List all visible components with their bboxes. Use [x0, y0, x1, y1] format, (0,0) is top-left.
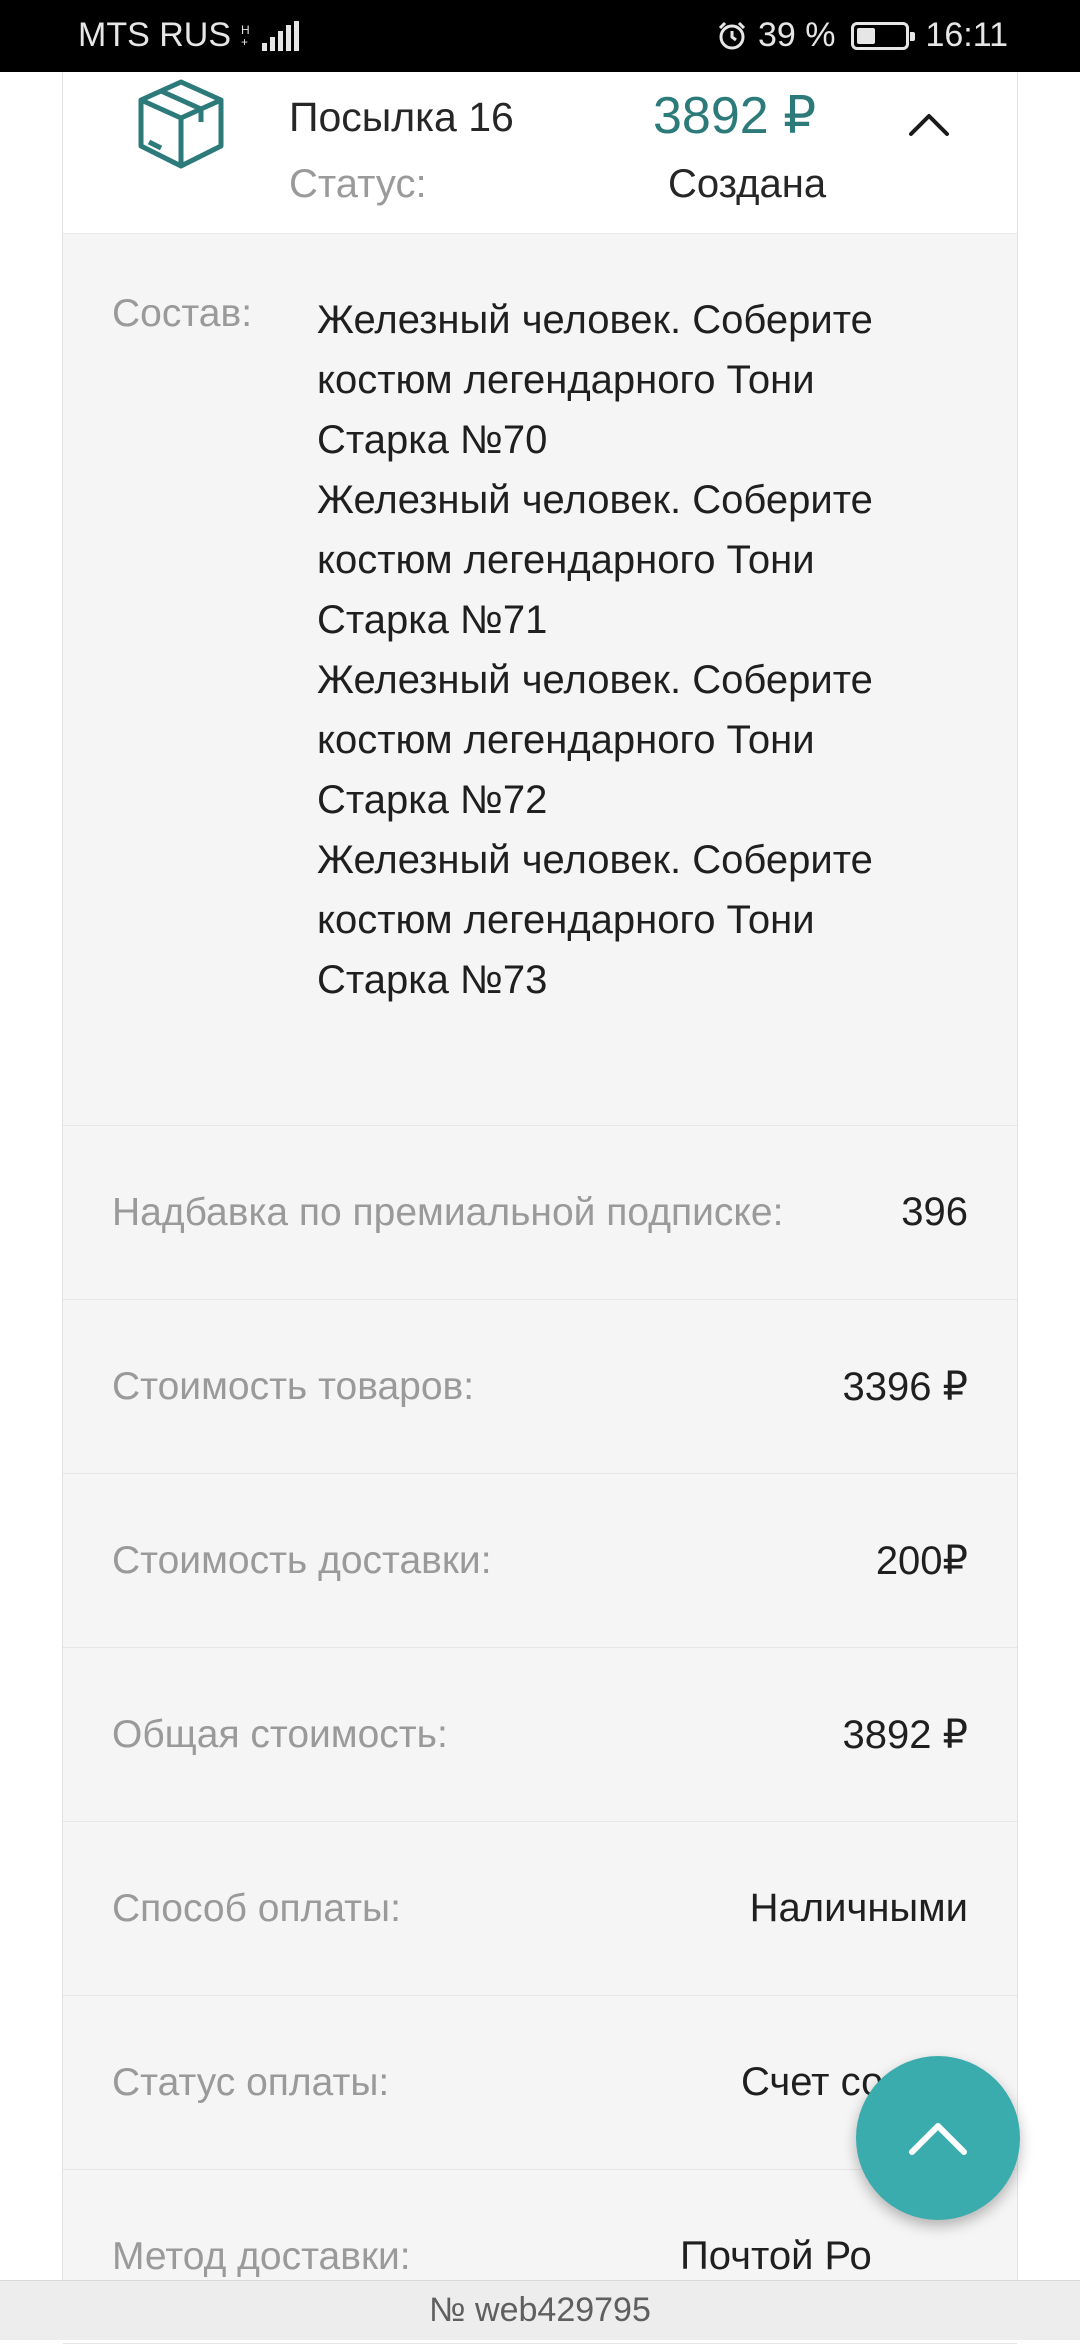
clock: 16:11	[925, 16, 1008, 54]
composition-label: Состав:	[112, 292, 253, 335]
row-label: Общая стоимость:	[112, 1712, 448, 1756]
carrier-name: MTS RUS	[78, 16, 231, 54]
row-value: Почтой Ро	[680, 2234, 872, 2278]
scroll-top-button[interactable]	[856, 2056, 1020, 2220]
network-type-icon: H +	[241, 22, 250, 49]
row-label: Способ оплаты:	[112, 1886, 401, 1930]
row-label: Статус оплаты:	[112, 2060, 390, 2104]
status-bar: MTS RUS H + 39 % 16:11	[0, 0, 1080, 72]
parcel-header[interactable]: Посылка 16 3892 ₽ Статус: Создана	[63, 72, 1017, 234]
composition-item: Железный человек. Соберите костюм легенд…	[317, 478, 873, 642]
order-number-bar: № web429795	[0, 2280, 1080, 2340]
carrier-info: MTS RUS H +	[78, 16, 299, 55]
parcel-card: Посылка 16 3892 ₽ Статус: Создана Состав…	[62, 72, 1018, 2344]
chevron-up-icon[interactable]	[899, 96, 959, 156]
status-right: 39 % 16:11	[716, 16, 1008, 55]
composition-section: Состав: Железный человек. Соберите костю…	[63, 234, 1017, 1126]
row-label: Стоимость товаров:	[112, 1364, 475, 1408]
premium-surcharge-row: Надбавка по премиальной подписке: 396	[63, 1126, 1017, 1300]
order-number: № web429795	[429, 2291, 651, 2329]
composition-item: Железный человек. Соберите костюм легенд…	[317, 658, 873, 822]
row-label: Надбавка по премиальной подписке:	[112, 1190, 784, 1234]
parcel-title: Посылка 16	[289, 94, 514, 140]
arrow-up-icon	[909, 2123, 967, 2155]
row-value: 3892 ₽	[842, 1712, 968, 1757]
row-value: 3396 ₽	[842, 1364, 968, 1409]
alarm-icon	[718, 21, 745, 49]
battery-percent: 39 %	[757, 16, 836, 54]
row-value: 396	[901, 1190, 968, 1234]
composition-list: Железный человек. Соберите костюм легенд…	[317, 290, 957, 1010]
row-label: Метод доставки:	[112, 2234, 411, 2278]
composition-item: Железный человек. Соберите костюм легенд…	[317, 838, 873, 1002]
composition-item: Железный человек. Соберите костюм легенд…	[317, 298, 873, 462]
total-cost-row: Общая стоимость: 3892 ₽	[63, 1648, 1017, 1822]
box-icon	[138, 79, 224, 169]
payment-method-row: Способ оплаты: Наличными	[63, 1822, 1017, 1996]
parcel-price: 3892 ₽	[653, 87, 817, 145]
row-value: 200₽	[875, 1538, 968, 1583]
goods-cost-row: Стоимость товаров: 3396 ₽	[63, 1300, 1017, 1474]
signal-icon	[261, 20, 299, 51]
battery-fill	[857, 27, 876, 44]
status-value: Создана	[668, 162, 827, 206]
status-label: Статус:	[289, 162, 427, 206]
delivery-cost-row: Стоимость доставки: 200₽	[63, 1474, 1017, 1648]
row-value: Наличными	[749, 1886, 968, 1930]
battery-icon	[851, 21, 916, 50]
row-label: Стоимость доставки:	[112, 1538, 492, 1582]
